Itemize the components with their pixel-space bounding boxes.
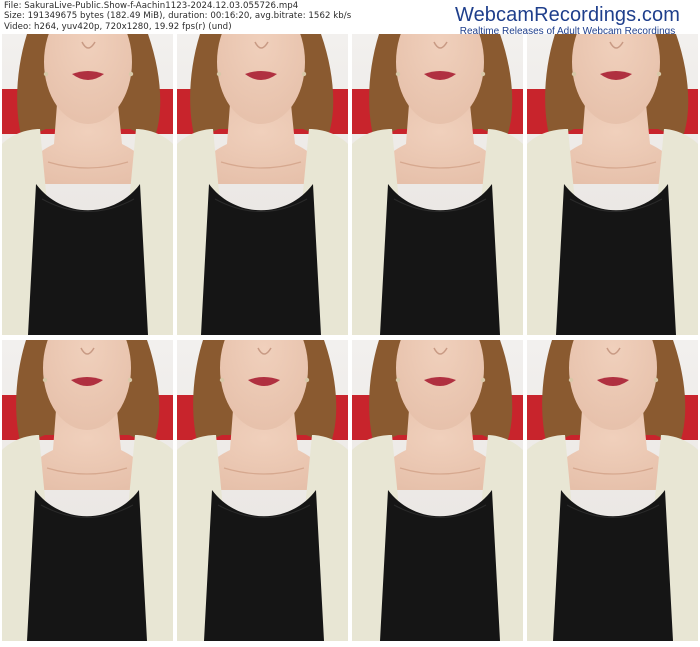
video-frame-thumbnail [352,340,523,641]
video-frame-thumbnail [352,34,523,335]
video-info-line: Video: h264, yuv420p, 720x1280, 19.92 fp… [4,21,232,32]
contact-sheet-header: File: SakuraLive-Public.Show-f-Aachin112… [0,0,700,37]
video-frame-thumbnail [527,34,698,335]
brand-name: WebcamRecordings.com [454,4,680,26]
thumbnail-grid [2,34,698,644]
video-frame-thumbnail [177,340,348,641]
video-frame-thumbnail [2,340,173,641]
file-name-line: File: SakuraLive-Public.Show-f-Aachin112… [4,1,299,11]
file-size-line: Size: 191349675 bytes (182.49 MiB), dura… [4,11,352,22]
watermark-logo: WebcamRecordings.com Realtime Releases o… [455,4,680,38]
video-frame-thumbnail [177,34,348,335]
file-metadata: File: SakuraLive-Public.Show-f-Aachin112… [4,1,351,32]
video-frame-thumbnail [527,340,698,641]
video-frame-thumbnail [2,34,173,335]
